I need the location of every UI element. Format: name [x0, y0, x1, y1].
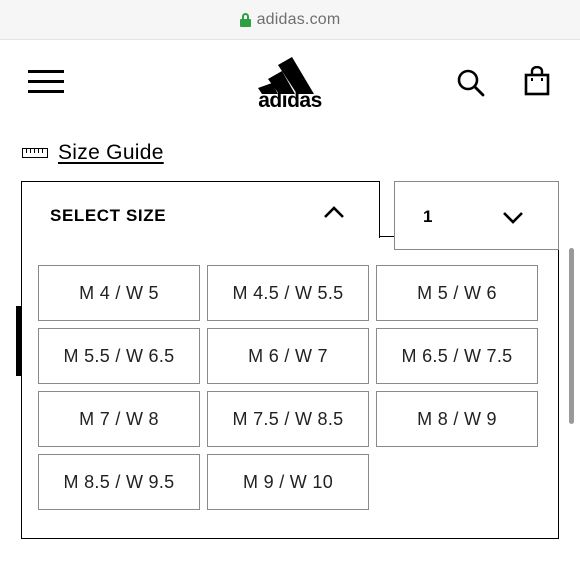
logo-wordmark: adidas — [258, 89, 322, 112]
size-option[interactable]: M 8.5 / W 9.5 — [38, 454, 200, 510]
size-option[interactable]: M 6 / W 7 — [207, 328, 369, 384]
size-option[interactable]: M 9 / W 10 — [207, 454, 369, 510]
browser-url-bar[interactable]: adidas.com — [0, 0, 580, 40]
url-text: adidas.com — [256, 10, 341, 28]
select-size-label: SELECT SIZE — [50, 206, 167, 225]
three-stripes-logo-icon — [258, 57, 314, 94]
adidas-logo[interactable]: adidas — [248, 54, 332, 114]
quantity-dropdown[interactable]: 1 — [394, 181, 559, 250]
size-option[interactable]: M 6.5 / W 7.5 — [376, 328, 538, 384]
hamburger-menu-icon[interactable] — [28, 70, 66, 96]
size-option[interactable]: M 4.5 / W 5.5 — [207, 265, 369, 321]
quantity-value: 1 — [423, 207, 433, 226]
size-option[interactable]: M 7.5 / W 8.5 — [207, 391, 369, 447]
size-options-panel: M 4 / W 5 M 4.5 / W 5.5 M 5 / W 6 M 5.5 … — [21, 236, 559, 539]
size-option[interactable]: M 7 / W 8 — [38, 391, 200, 447]
search-icon[interactable] — [456, 68, 486, 98]
chevron-down-icon — [503, 212, 523, 224]
scrollbar[interactable] — [569, 248, 574, 424]
select-size-dropdown[interactable]: SELECT SIZE — [21, 181, 380, 238]
site-header: adidas — [0, 40, 580, 130]
size-option[interactable]: M 5 / W 6 — [376, 265, 538, 321]
size-option[interactable]: M 8 / W 9 — [376, 391, 538, 447]
size-guide-link[interactable]: Size Guide — [22, 140, 164, 166]
lock-icon — [239, 12, 251, 27]
chevron-up-icon — [324, 206, 344, 218]
size-guide-label: Size Guide — [58, 141, 164, 164]
shopping-bag-icon[interactable] — [524, 65, 550, 96]
size-option[interactable]: M 5.5 / W 6.5 — [38, 328, 200, 384]
size-option[interactable]: M 4 / W 5 — [38, 265, 200, 321]
ruler-icon — [22, 148, 48, 158]
